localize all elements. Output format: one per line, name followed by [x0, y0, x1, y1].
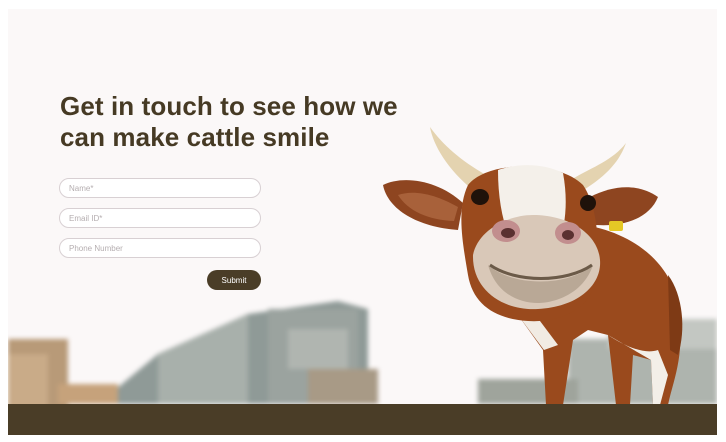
contact-form: Submit [59, 178, 263, 290]
submit-button[interactable]: Submit [207, 270, 261, 290]
footer-bar [8, 404, 717, 435]
email-field[interactable] [59, 208, 261, 228]
phone-field[interactable] [59, 238, 261, 258]
page-headline: Get in touch to see how we can make catt… [60, 91, 398, 152]
cow-image [383, 127, 683, 405]
name-field[interactable] [59, 178, 261, 198]
contact-section: Get in touch to see how we can make catt… [8, 9, 717, 435]
